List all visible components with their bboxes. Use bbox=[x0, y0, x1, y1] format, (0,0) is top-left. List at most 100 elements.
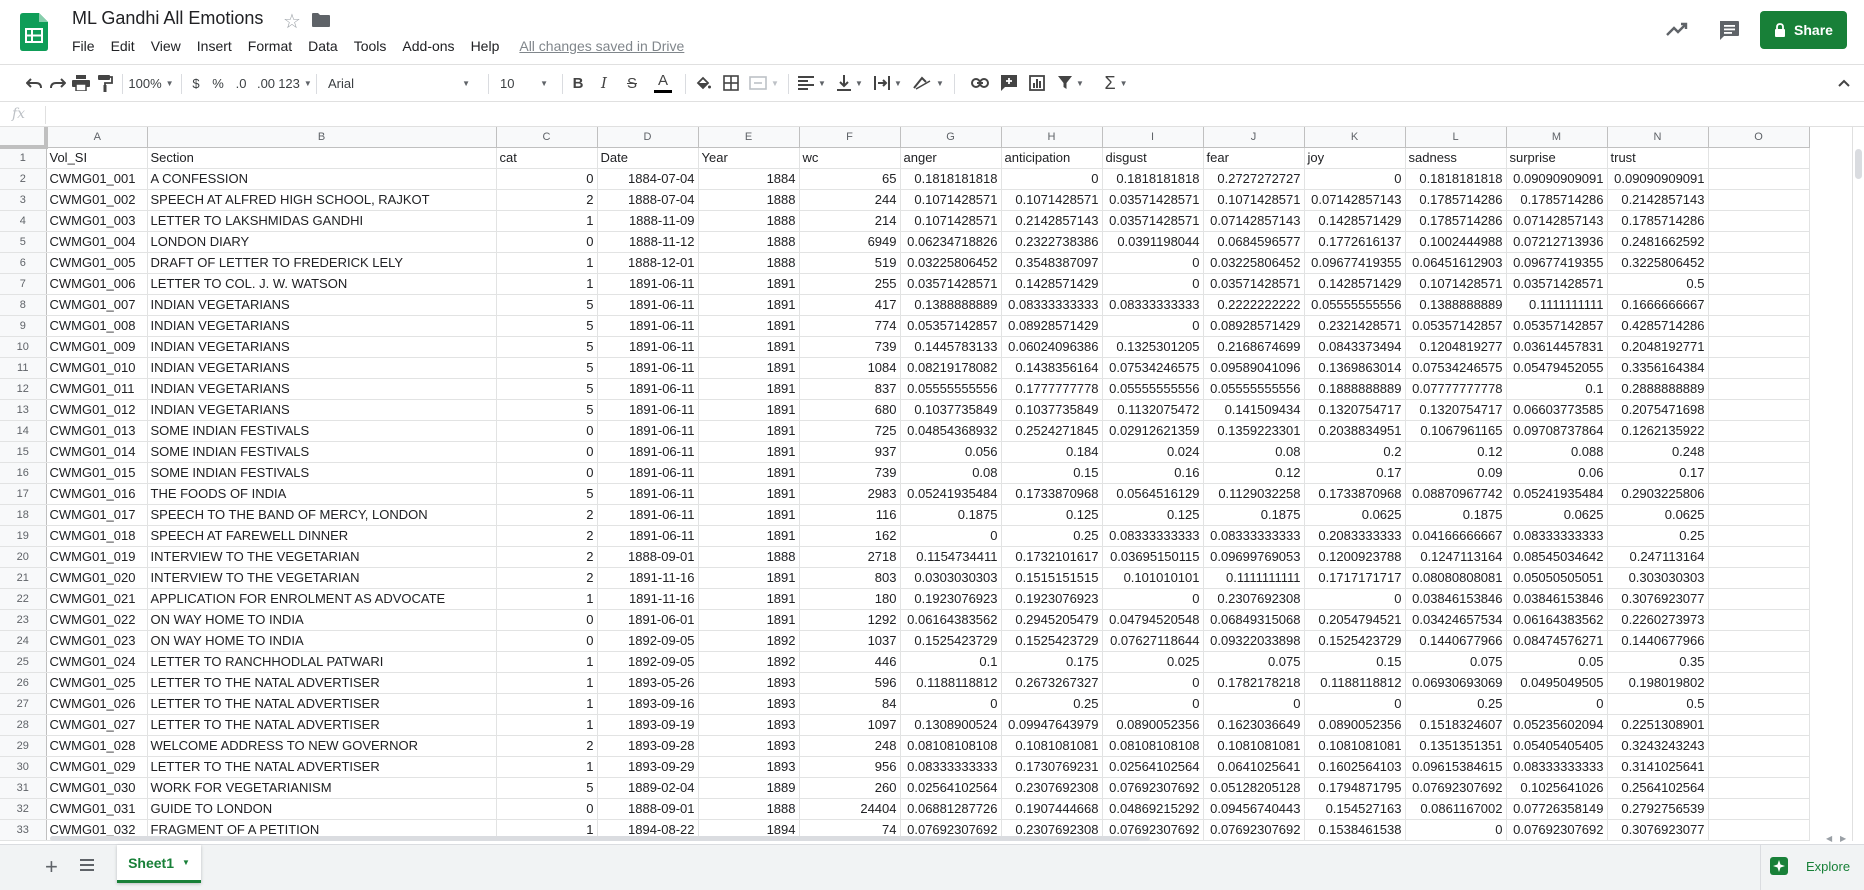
cell[interactable]: 739 bbox=[799, 462, 901, 484]
cell[interactable] bbox=[1708, 189, 1810, 211]
cell[interactable]: 0.2260273973 bbox=[1607, 609, 1709, 631]
cell[interactable]: 0.1525423729 bbox=[1001, 630, 1103, 652]
cell[interactable]: CWMG01_016 bbox=[46, 483, 148, 505]
cell[interactable]: 5 bbox=[496, 399, 598, 421]
insert-chart-icon[interactable] bbox=[1025, 65, 1049, 101]
cell[interactable]: 0.1794871795 bbox=[1304, 777, 1406, 799]
cell[interactable]: 0.154527163 bbox=[1304, 798, 1406, 820]
cell[interactable]: 680 bbox=[799, 399, 901, 421]
row-header[interactable]: 30 bbox=[0, 756, 47, 778]
cell[interactable]: 0.024 bbox=[1102, 441, 1204, 463]
cell[interactable]: 1889-02-04 bbox=[597, 777, 699, 799]
cell[interactable]: 837 bbox=[799, 378, 901, 400]
cell[interactable]: SPEECH AT ALFRED HIGH SCHOOL, RAJKOT bbox=[147, 189, 497, 211]
cell[interactable]: 1888-09-01 bbox=[597, 798, 699, 820]
cell[interactable]: 0 bbox=[1102, 252, 1204, 274]
cell[interactable]: 0.0843373494 bbox=[1304, 336, 1406, 358]
cell[interactable]: 0.2524271845 bbox=[1001, 420, 1103, 442]
cell[interactable]: 0.2 bbox=[1304, 441, 1406, 463]
cell[interactable]: 0.2222222222 bbox=[1203, 294, 1305, 316]
row-header[interactable]: 32 bbox=[0, 798, 47, 820]
cell[interactable]: 0.1111111111 bbox=[1506, 294, 1608, 316]
cell[interactable]: 1892-09-05 bbox=[597, 651, 699, 673]
cell[interactable]: 0.08333333333 bbox=[1506, 525, 1608, 547]
cell[interactable]: 1891 bbox=[698, 378, 800, 400]
cell[interactable]: 0.1320754717 bbox=[1405, 399, 1507, 421]
cell[interactable]: 0.1875 bbox=[1405, 504, 1507, 526]
header-cell[interactable]: surprise bbox=[1506, 147, 1608, 169]
header-cell[interactable]: Section bbox=[147, 147, 497, 169]
cell[interactable]: CWMG01_023 bbox=[46, 630, 148, 652]
cell[interactable]: 0.3243243243 bbox=[1607, 735, 1709, 757]
cell[interactable]: 1891 bbox=[698, 441, 800, 463]
cell[interactable]: 0 bbox=[496, 798, 598, 820]
cell[interactable] bbox=[1708, 756, 1810, 778]
cell[interactable]: 0.08108108108 bbox=[1102, 735, 1204, 757]
cell[interactable]: 0.1875 bbox=[900, 504, 1002, 526]
cell[interactable]: 0.1071428571 bbox=[1001, 189, 1103, 211]
cell[interactable]: 0.088 bbox=[1506, 441, 1608, 463]
cell[interactable]: 0.1428571429 bbox=[1304, 210, 1406, 232]
cell[interactable]: 0.06024096386 bbox=[1001, 336, 1103, 358]
cell[interactable]: 0.1428571429 bbox=[1001, 273, 1103, 295]
cell[interactable]: 1891-06-11 bbox=[597, 378, 699, 400]
horizontal-align-icon[interactable]: ▼ bbox=[794, 65, 830, 101]
cell[interactable]: 0.06234718826 bbox=[900, 231, 1002, 253]
cell[interactable]: 0.25 bbox=[1001, 525, 1103, 547]
paint-format-icon[interactable] bbox=[93, 65, 117, 101]
cell[interactable]: 0.1388888889 bbox=[900, 294, 1002, 316]
cell[interactable]: 0.1154734411 bbox=[900, 546, 1002, 568]
cell[interactable]: 774 bbox=[799, 315, 901, 337]
cell[interactable]: 2 bbox=[496, 189, 598, 211]
cell[interactable]: CWMG01_009 bbox=[46, 336, 148, 358]
cell[interactable]: 0.0625 bbox=[1607, 504, 1709, 526]
cell[interactable]: 0 bbox=[496, 462, 598, 484]
cell[interactable]: 0 bbox=[1304, 588, 1406, 610]
cell[interactable]: 0.03571428571 bbox=[1506, 273, 1608, 295]
cell[interactable]: 2 bbox=[496, 504, 598, 526]
cell[interactable]: WELCOME ADDRESS TO NEW GOVERNOR bbox=[147, 735, 497, 757]
cell[interactable]: 0.03846153846 bbox=[1405, 588, 1507, 610]
borders-icon[interactable] bbox=[719, 65, 743, 101]
cell[interactable] bbox=[1708, 651, 1810, 673]
cell[interactable] bbox=[1708, 546, 1810, 568]
row-header[interactable]: 18 bbox=[0, 504, 47, 526]
cell[interactable]: 0.05357142857 bbox=[1506, 315, 1608, 337]
cell[interactable]: 0.09947643979 bbox=[1001, 714, 1103, 736]
cell[interactable]: 1891 bbox=[698, 336, 800, 358]
cell[interactable]: 1891 bbox=[698, 294, 800, 316]
cell[interactable]: 0.2048192771 bbox=[1607, 336, 1709, 358]
cell[interactable]: 1891 bbox=[698, 462, 800, 484]
strikethrough-button[interactable]: S bbox=[620, 65, 644, 101]
cell[interactable]: 0.1785714286 bbox=[1506, 189, 1608, 211]
cell[interactable]: LETTER TO RANCHHODLAL PATWARI bbox=[147, 651, 497, 673]
cell[interactable] bbox=[1708, 777, 1810, 799]
cell[interactable]: 0 bbox=[1102, 315, 1204, 337]
cell[interactable]: 0 bbox=[900, 525, 1002, 547]
header-cell[interactable]: Year bbox=[698, 147, 800, 169]
cell[interactable]: 1891-06-11 bbox=[597, 525, 699, 547]
cell[interactable]: 0.1907444668 bbox=[1001, 798, 1103, 820]
cell[interactable]: 0.1351351351 bbox=[1405, 735, 1507, 757]
cell[interactable]: CWMG01_024 bbox=[46, 651, 148, 673]
cell[interactable]: 0.075 bbox=[1203, 651, 1305, 673]
cell[interactable]: 1891-06-11 bbox=[597, 357, 699, 379]
column-header[interactable]: D bbox=[597, 127, 699, 148]
cell[interactable]: 0.03571428571 bbox=[1102, 210, 1204, 232]
cell[interactable]: 0.06849315068 bbox=[1203, 609, 1305, 631]
cell[interactable]: 0.03846153846 bbox=[1506, 588, 1608, 610]
row-header[interactable]: 5 bbox=[0, 231, 47, 253]
cell[interactable]: 0.2307692308 bbox=[1001, 777, 1103, 799]
cell[interactable]: 0.16 bbox=[1102, 462, 1204, 484]
cell[interactable]: 0.2322738386 bbox=[1001, 231, 1103, 253]
row-header[interactable]: 29 bbox=[0, 735, 47, 757]
cell[interactable]: 0.1067961165 bbox=[1405, 420, 1507, 442]
cell[interactable]: LETTER TO THE NATAL ADVERTISER bbox=[147, 693, 497, 715]
zoom-select[interactable]: 100% ▼ bbox=[128, 65, 174, 101]
cell[interactable] bbox=[1708, 693, 1810, 715]
cell[interactable]: 0 bbox=[496, 420, 598, 442]
column-header[interactable]: E bbox=[698, 127, 800, 148]
cell[interactable]: 1891-06-11 bbox=[597, 336, 699, 358]
cell[interactable]: 1888 bbox=[698, 798, 800, 820]
cell[interactable]: 0.247113164 bbox=[1607, 546, 1709, 568]
